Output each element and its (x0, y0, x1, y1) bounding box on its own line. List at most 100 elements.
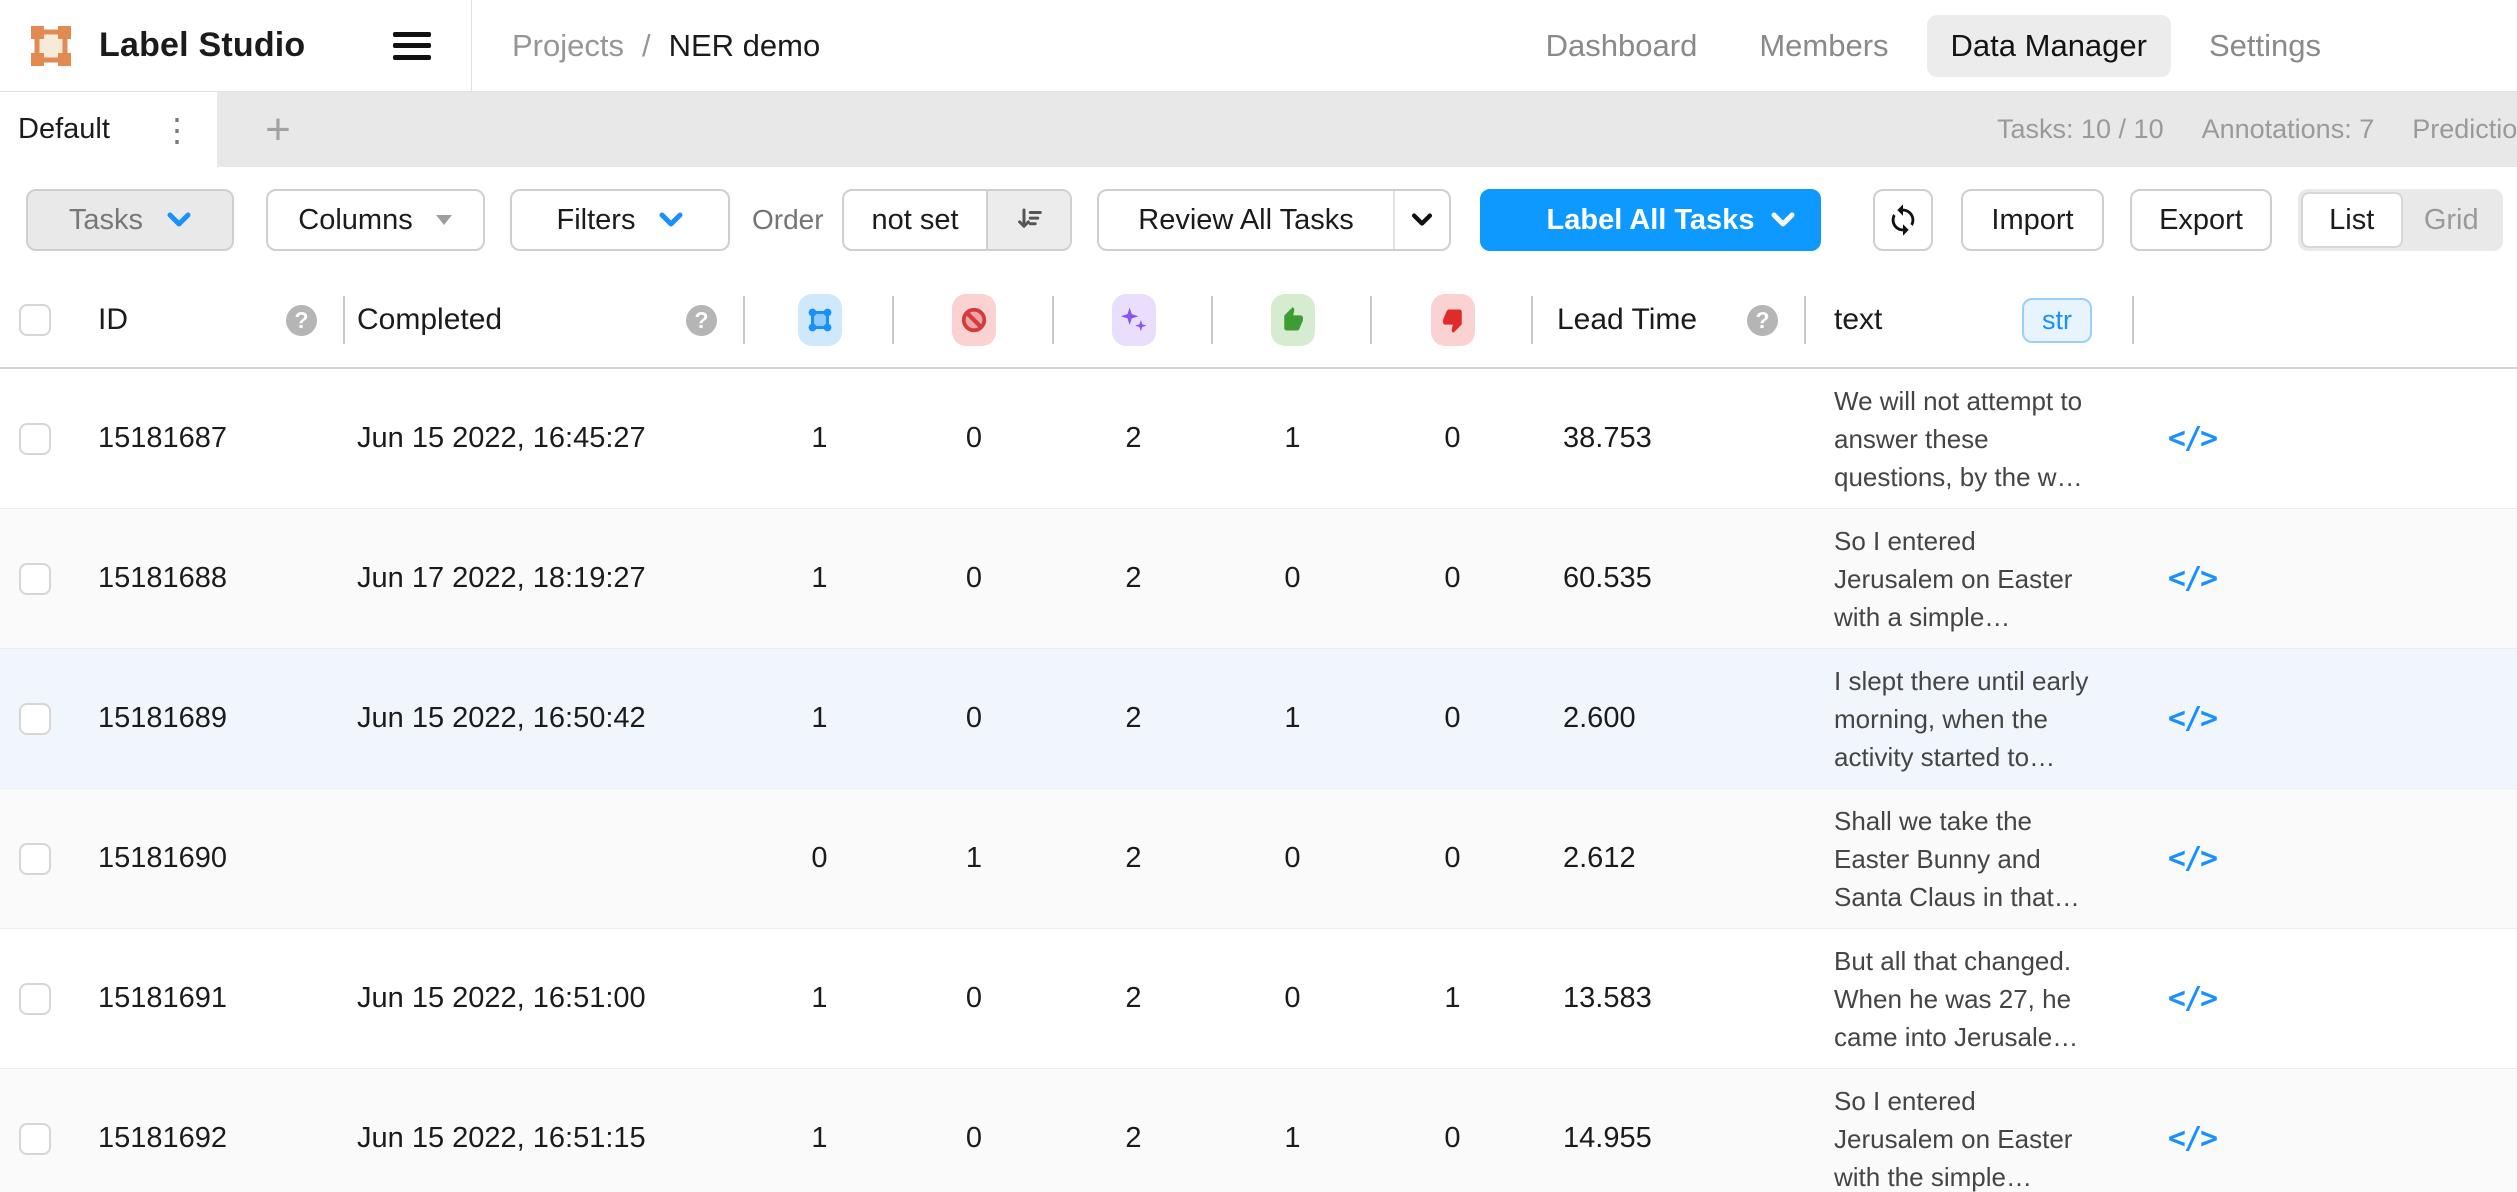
column-header-accepted[interactable] (1213, 273, 1372, 367)
app-title: Label Studio (99, 26, 305, 65)
export-button[interactable]: Export (2130, 189, 2272, 251)
table-row[interactable]: 15181687 Jun 15 2022, 16:45:27 1 0 2 1 0… (0, 369, 2517, 509)
cell-cancelled: 1 (894, 789, 1054, 928)
chevron-down-icon (1411, 213, 1433, 227)
column-header-source (2134, 273, 2250, 367)
nav-item-data-manager[interactable]: Data Manager (1927, 15, 2171, 77)
cell-source: </> (2134, 369, 2250, 508)
cell-id: 15181691 (70, 929, 345, 1068)
chevron-down-icon (1771, 212, 1795, 228)
table-row[interactable]: 15181688 Jun 17 2022, 18:19:27 1 0 2 0 0… (0, 509, 2517, 649)
tab-default[interactable]: Default ⋮ (0, 92, 217, 167)
table-row[interactable]: 15181690 0 1 2 0 0 2.612 Shall we take t… (0, 789, 2517, 929)
filters-dropdown-button[interactable]: Filters (510, 189, 730, 251)
order-value-button[interactable]: not set (842, 189, 1072, 251)
code-icon[interactable]: </> (2168, 421, 2216, 456)
cell-cancelled: 0 (894, 1069, 1054, 1192)
select-all-checkbox[interactable] (19, 304, 51, 336)
cell-accepted: 1 (1213, 369, 1372, 508)
columns-dropdown-button[interactable]: Columns (266, 189, 485, 251)
column-header-lead-time[interactable]: Lead Time ? (1533, 273, 1806, 367)
column-header-predictions[interactable] (1054, 273, 1213, 367)
column-completed-label: Completed (357, 303, 502, 337)
row-checkbox[interactable] (19, 563, 51, 595)
row-checkbox[interactable] (19, 843, 51, 875)
tab-options-kebab-icon[interactable]: ⋮ (155, 114, 199, 146)
view-toggle-list[interactable]: List (2301, 192, 2403, 248)
row-checkbox[interactable] (19, 703, 51, 735)
export-label: Export (2159, 204, 2243, 237)
column-header-annotations[interactable] (745, 273, 894, 367)
nav-item-dashboard[interactable]: Dashboard (1522, 15, 1722, 77)
cell-completed: Jun 15 2022, 16:50:42 (345, 649, 745, 788)
cell-predictions: 2 (1054, 649, 1213, 788)
column-header-text[interactable]: text str (1806, 273, 2134, 367)
help-icon[interactable]: ? (1747, 305, 1778, 336)
cell-text: So I entered Jerusalem on Easter with a … (1806, 509, 2134, 648)
cell-text: I slept there until early morning, when … (1806, 649, 2134, 788)
cell-source: </> (2134, 1069, 2250, 1192)
column-text-label: text (1834, 303, 1882, 337)
label-all-tasks-label: Label All Tasks (1547, 204, 1755, 237)
select-all-checkbox-cell (0, 273, 70, 367)
import-button[interactable]: Import (1961, 189, 2104, 251)
cell-predictions: 2 (1054, 369, 1213, 508)
view-toggle-grid[interactable]: Grid (2403, 192, 2501, 248)
column-header-completed[interactable]: Completed ? (345, 273, 745, 367)
cell-source: </> (2134, 509, 2250, 648)
cell-id: 15181687 (70, 369, 345, 508)
table-row[interactable]: 15181689 Jun 15 2022, 16:50:42 1 0 2 1 0… (0, 649, 2517, 789)
top-bar: Label Studio Projects / NER demo Dashboa… (0, 0, 2517, 92)
review-dropdown-caret[interactable] (1393, 191, 1449, 249)
cell-id: 15181688 (70, 509, 345, 648)
cell-rejected: 0 (1372, 789, 1533, 928)
columns-dropdown-label: Columns (298, 204, 412, 237)
row-checkbox[interactable] (19, 1123, 51, 1155)
label-studio-logo-icon (29, 24, 73, 68)
nav-item-settings[interactable]: Settings (2185, 15, 2345, 77)
table-row[interactable]: 15181691 Jun 15 2022, 16:51:00 1 0 2 0 1… (0, 929, 2517, 1069)
data-manager-toolbar: Tasks Columns Filters Order not set Revi… (0, 167, 2517, 273)
predictions-sparkles-icon (1112, 294, 1156, 346)
tasks-dropdown-label: Tasks (69, 204, 143, 237)
sort-direction-button[interactable] (986, 191, 1070, 249)
cell-lead-time: 14.955 (1533, 1069, 1806, 1192)
review-all-tasks-button[interactable]: Review All Tasks (1097, 189, 1451, 251)
column-header-cancelled-annotations[interactable] (894, 273, 1054, 367)
code-icon[interactable]: </> (2168, 701, 2216, 736)
row-checkbox[interactable] (19, 983, 51, 1015)
add-view-button[interactable]: + (217, 92, 339, 167)
table-row[interactable]: 15181692 Jun 15 2022, 16:51:15 1 0 2 1 0… (0, 1069, 2517, 1192)
cell-accepted: 0 (1213, 789, 1372, 928)
code-icon[interactable]: </> (2168, 561, 2216, 596)
label-all-tasks-button[interactable]: Label All Tasks (1480, 189, 1821, 251)
sort-descending-icon (1014, 205, 1044, 235)
cell-rejected: 0 (1372, 509, 1533, 648)
cell-cancelled: 0 (894, 649, 1054, 788)
breadcrumb-projects[interactable]: Projects (512, 28, 624, 64)
row-checkbox-cell (0, 649, 70, 788)
code-icon[interactable]: </> (2168, 981, 2216, 1016)
hamburger-menu-icon[interactable] (393, 32, 431, 60)
code-icon[interactable]: </> (2168, 841, 2216, 876)
cell-completed: Jun 15 2022, 16:51:15 (345, 1069, 745, 1192)
table-header: ID ? Completed ? (0, 273, 2517, 369)
cell-accepted: 0 (1213, 509, 1372, 648)
code-icon[interactable]: </> (2168, 1121, 2216, 1156)
column-header-id[interactable]: ID ? (70, 273, 345, 367)
help-icon[interactable]: ? (686, 305, 717, 336)
brand-block: Label Studio (0, 0, 472, 91)
refresh-button[interactable] (1873, 189, 1933, 251)
column-lead-time-label: Lead Time (1557, 303, 1697, 337)
row-checkbox[interactable] (19, 423, 51, 455)
cell-id: 15181689 (70, 649, 345, 788)
breadcrumb-current-project: NER demo (669, 28, 821, 64)
column-header-rejected[interactable] (1372, 273, 1533, 367)
help-icon[interactable]: ? (286, 305, 317, 336)
stat-annotations: Annotations: 7 (2202, 114, 2375, 145)
cell-accepted: 1 (1213, 649, 1372, 788)
tasks-dropdown-button[interactable]: Tasks (26, 189, 234, 251)
order-value[interactable]: not set (844, 191, 986, 249)
row-checkbox-cell (0, 509, 70, 648)
nav-item-members[interactable]: Members (1735, 15, 1912, 77)
